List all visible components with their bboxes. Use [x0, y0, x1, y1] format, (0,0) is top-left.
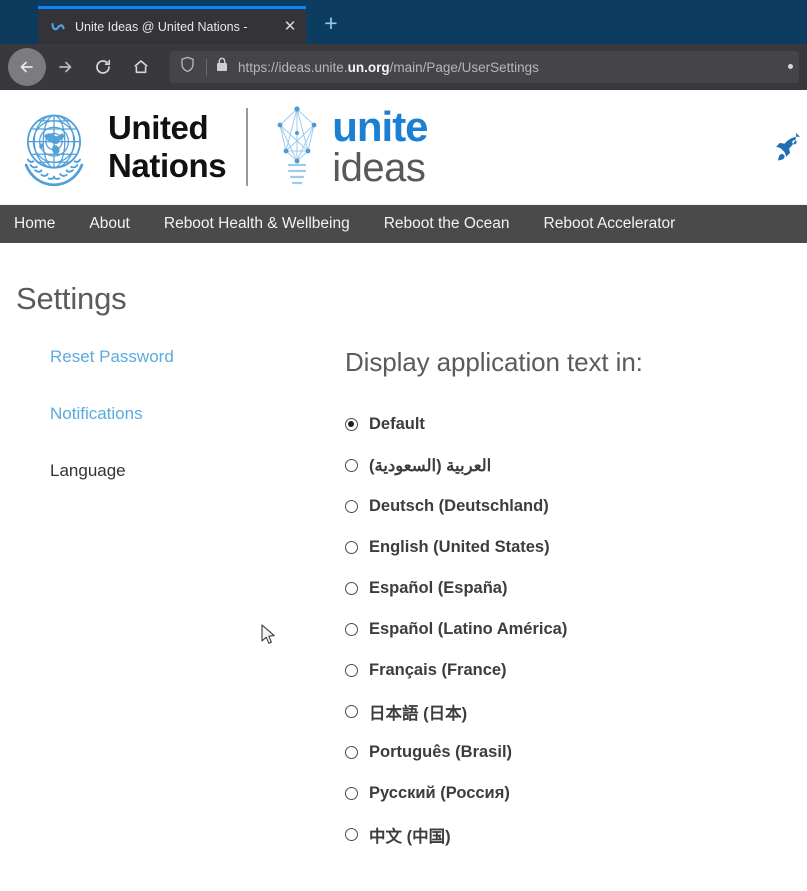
- page-title: Settings: [16, 281, 127, 316]
- language-option-japanese[interactable]: 日本語 (日本): [345, 691, 807, 732]
- org-line-1: United: [108, 109, 209, 146]
- sidebar-item-reset-password[interactable]: Reset Password: [50, 347, 340, 367]
- language-option-label: Русский (Россия): [369, 784, 510, 802]
- tab-strip: Unite Ideas @ United Nations - ✕ +: [0, 0, 807, 44]
- language-option-french[interactable]: Français (France): [345, 650, 807, 691]
- forward-arrow-icon[interactable]: [46, 48, 84, 86]
- main-navigation: Home About Reboot Health & Wellbeing Reb…: [0, 205, 807, 243]
- back-arrow-icon[interactable]: [8, 48, 46, 86]
- language-option-spanish-latam[interactable]: Español (Latino América): [345, 609, 807, 650]
- url-overflow-indicator: [788, 64, 793, 69]
- language-radio-group: Default العربية (السعودية) Deutsch (Deut…: [345, 404, 807, 855]
- url-path: /main/Page/UserSettings: [389, 59, 539, 75]
- unite-ideas-wordmark: unite ideas: [332, 102, 428, 190]
- browser-chrome: Unite Ideas @ United Nations - ✕ + https…: [0, 0, 807, 90]
- radio-icon[interactable]: [345, 541, 358, 554]
- language-option-label: Español (España): [369, 579, 508, 597]
- language-option-arabic[interactable]: العربية (السعودية): [345, 445, 807, 486]
- home-icon[interactable]: [122, 48, 160, 86]
- settings-layout: Reset Password Notifications Language Di…: [0, 347, 807, 855]
- page-body: United Nations unite ideas Home About Re…: [0, 90, 807, 891]
- language-option-german[interactable]: Deutsch (Deutschland): [345, 486, 807, 527]
- url-bar[interactable]: https://ideas.unite.un.org/main/Page/Use…: [170, 51, 799, 83]
- browser-tab[interactable]: Unite Ideas @ United Nations - ✕: [38, 6, 306, 44]
- org-line-2: Nations: [108, 147, 227, 184]
- un-emblem-icon: [8, 102, 100, 192]
- language-option-label: Default: [369, 415, 425, 433]
- radio-icon[interactable]: [345, 705, 358, 718]
- new-tab-button[interactable]: +: [314, 7, 348, 41]
- browser-toolbar: https://ideas.unite.un.org/main/Page/Use…: [0, 44, 807, 90]
- language-option-label: 中文 (中国): [369, 827, 451, 846]
- radio-icon[interactable]: [345, 582, 358, 595]
- language-option-chinese[interactable]: 中文 (中国): [345, 814, 807, 855]
- language-option-label: Português (Brasil): [369, 743, 513, 761]
- radio-icon[interactable]: [345, 459, 358, 472]
- close-icon[interactable]: ✕: [280, 17, 300, 37]
- radio-icon[interactable]: [345, 500, 358, 513]
- language-option-spanish-spain[interactable]: Español (España): [345, 568, 807, 609]
- language-option-label: Français (France): [369, 661, 507, 679]
- nav-item-reboot-health[interactable]: Reboot Health & Wellbeing: [164, 215, 350, 233]
- language-option-label: العربية (السعودية): [369, 456, 492, 475]
- nav-item-reboot-accelerator[interactable]: Reboot Accelerator: [544, 215, 676, 233]
- brand-secondary: ideas: [332, 145, 426, 190]
- language-option-portuguese[interactable]: Português (Brasil): [345, 732, 807, 773]
- language-option-label: Español (Latino América): [369, 620, 568, 638]
- radio-icon[interactable]: [345, 828, 358, 841]
- unite-ideas-favicon: [50, 19, 66, 35]
- url-divider: [206, 58, 207, 76]
- pane-heading: Display application text in:: [345, 347, 643, 377]
- tracking-protection-shield-icon[interactable]: [180, 56, 198, 78]
- radio-icon[interactable]: [345, 787, 358, 800]
- un-wordmark: United Nations: [108, 109, 227, 185]
- language-settings-pane: Display application text in: Default الع…: [340, 347, 807, 855]
- brand-primary: unite: [332, 102, 428, 150]
- nav-item-about[interactable]: About: [89, 215, 130, 233]
- language-option-label: Deutsch (Deutschland): [369, 497, 549, 515]
- radio-icon[interactable]: [345, 664, 358, 677]
- network-lightbulb-icon: [264, 103, 330, 191]
- language-option-english-us[interactable]: English (United States): [345, 527, 807, 568]
- main-content: Settings Reset Password Notifications La…: [0, 243, 807, 891]
- radio-icon[interactable]: [345, 623, 358, 636]
- url-domain: un.org: [347, 59, 390, 75]
- padlock-icon[interactable]: [216, 57, 229, 77]
- reload-icon[interactable]: [84, 48, 122, 86]
- tab-title: Unite Ideas @ United Nations -: [75, 19, 248, 34]
- radio-icon[interactable]: [345, 746, 358, 759]
- nav-item-home[interactable]: Home: [14, 215, 55, 233]
- url-text: https://ideas.unite.un.org/main/Page/Use…: [238, 60, 539, 75]
- url-prefix: https://ideas.unite.: [238, 59, 348, 75]
- language-option-russian[interactable]: Русский (Россия): [345, 773, 807, 814]
- language-option-label: 日本語 (日本): [369, 704, 468, 723]
- settings-sidebar: Reset Password Notifications Language: [0, 347, 340, 855]
- unite-ideas-logo[interactable]: unite ideas: [264, 102, 429, 191]
- radio-icon[interactable]: [345, 418, 358, 431]
- site-header: United Nations unite ideas: [0, 90, 807, 205]
- nav-item-reboot-ocean[interactable]: Reboot the Ocean: [384, 215, 510, 233]
- rocket-icon[interactable]: [771, 132, 805, 166]
- logo-divider: [246, 108, 249, 186]
- language-option-label: English (United States): [369, 538, 550, 556]
- sidebar-item-notifications[interactable]: Notifications: [50, 404, 340, 424]
- sidebar-item-language[interactable]: Language: [50, 461, 340, 481]
- language-option-default[interactable]: Default: [345, 404, 807, 445]
